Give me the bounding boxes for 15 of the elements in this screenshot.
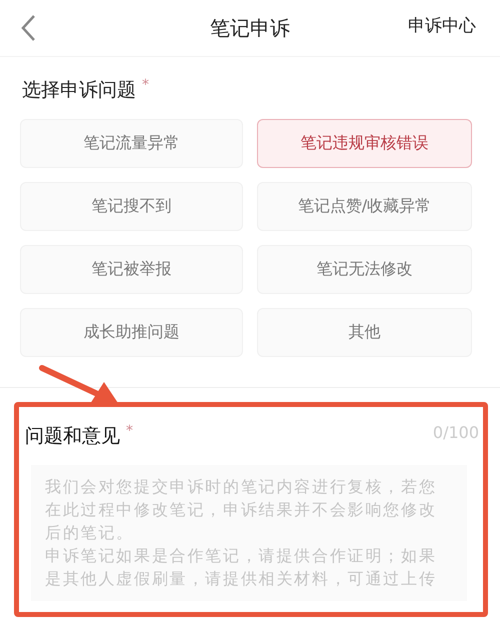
issue-option[interactable]: 笔记被举报 [20, 245, 243, 294]
issue-option[interactable]: 笔记无法修改 [257, 245, 472, 294]
issue-option[interactable]: 笔记流量异常 [20, 119, 243, 168]
page-title: 笔记申诉 [210, 14, 290, 42]
issue-option[interactable]: 笔记违规审核错误 [257, 119, 472, 168]
issue-option[interactable]: 笔记搜不到 [20, 182, 243, 231]
required-mark: * [142, 77, 149, 93]
section-title: 选择申诉问题 [22, 78, 136, 103]
appeal-center-link[interactable]: 申诉中心 [408, 14, 476, 37]
issue-option[interactable]: 其他 [257, 308, 472, 357]
section-title: 问题和意见 [25, 424, 120, 449]
issue-option[interactable]: 笔记点赞/收藏异常 [257, 182, 472, 231]
back-icon[interactable] [20, 14, 36, 42]
required-mark: * [126, 423, 133, 439]
issue-option[interactable]: 成长助推问题 [20, 308, 243, 357]
